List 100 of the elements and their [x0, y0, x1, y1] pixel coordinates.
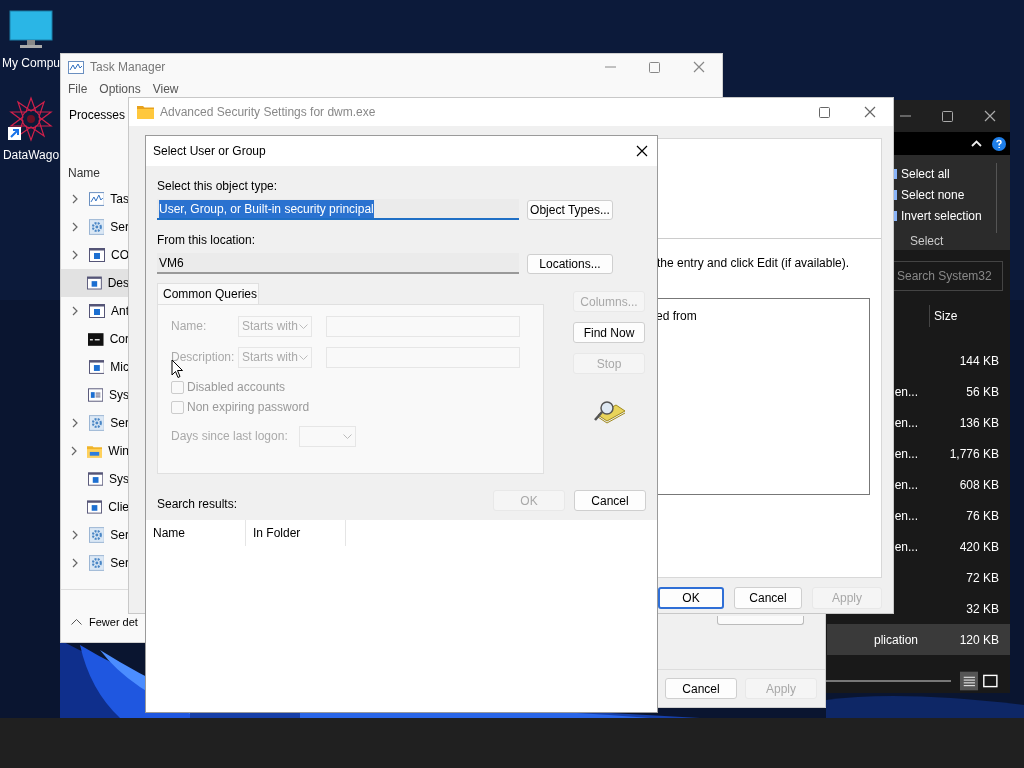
- tab[interactable]: Processes: [69, 106, 126, 124]
- file-size: 76 KB: [966, 507, 999, 525]
- fewer-details-link[interactable]: Fewer det: [89, 613, 138, 631]
- field-value: User, Group, or Built-in security principal: [159, 199, 374, 218]
- file-size: 420 KB: [959, 538, 999, 556]
- process-row[interactable]: Clie: [61, 493, 129, 521]
- desktop-icon-label[interactable]: DataWago: [2, 146, 60, 164]
- process-row[interactable]: Ser: [61, 409, 129, 437]
- dialog-button[interactable]: OK: [658, 587, 724, 609]
- file-row[interactable]: en... 136 KB: [894, 407, 1010, 438]
- menu-item[interactable]: Options: [99, 83, 141, 95]
- chevron-up-icon[interactable]: [71, 619, 82, 625]
- chevron-right-icon[interactable]: [71, 558, 78, 568]
- chart-icon: [88, 192, 105, 206]
- process-row[interactable]: CO: [61, 241, 129, 269]
- file-row[interactable]: en... 1,776 KB: [894, 438, 1010, 469]
- file-row[interactable]: en... 76 KB: [894, 500, 1010, 531]
- process-row[interactable]: Ant: [61, 297, 129, 325]
- window-icon: [89, 248, 105, 262]
- star-shortcut-icon[interactable]: [7, 96, 55, 142]
- tab[interactable]: Common Queries: [157, 283, 259, 304]
- process-row[interactable]: Des: [61, 269, 129, 297]
- dialog-button[interactable]: Object Types...: [527, 199, 613, 220]
- gear-icon: [88, 415, 105, 431]
- close-icon[interactable]: [984, 110, 996, 122]
- ribbon-group-label: Select: [910, 233, 945, 250]
- process-row[interactable]: Sys: [61, 381, 129, 409]
- menu-item[interactable]: View: [152, 83, 179, 95]
- process-row[interactable]: Ser: [61, 549, 129, 577]
- maximize-icon[interactable]: [649, 61, 660, 73]
- process-name: Cor: [109, 331, 129, 348]
- help-icon[interactable]: [992, 136, 1006, 151]
- file-size: 120 KB: [959, 631, 999, 649]
- file-size: 608 KB: [959, 476, 999, 494]
- process-row[interactable]: Cor: [61, 325, 129, 353]
- file-row[interactable]: plication 120 KB: [827, 624, 1010, 655]
- process-name: Ant: [111, 303, 129, 320]
- window-icon: [87, 472, 103, 486]
- process-row[interactable]: Ser: [61, 213, 129, 241]
- chevron-right-icon[interactable]: [72, 250, 78, 260]
- gear-icon: [88, 527, 105, 543]
- file-row[interactable]: 144 KB: [894, 345, 1010, 376]
- search-field[interactable]: Search System32: [893, 261, 1003, 291]
- process-name: Sys: [109, 471, 129, 488]
- process-name: Win: [108, 443, 129, 460]
- process-row[interactable]: Tas: [61, 185, 129, 213]
- file-row[interactable]: en... 608 KB: [894, 469, 1010, 500]
- file-size: 136 KB: [959, 414, 999, 432]
- file-row[interactable]: en... 420 KB: [894, 531, 1010, 562]
- column-header[interactable]: Name: [153, 524, 185, 542]
- dialog-title: Select User or Group: [153, 143, 266, 160]
- chevron-right-icon[interactable]: [72, 306, 78, 316]
- file-row[interactable]: 72 KB: [894, 562, 1010, 593]
- chevron-down-icon: [299, 323, 308, 329]
- checkbox-label: Non expiring password: [187, 399, 310, 416]
- dialog-button[interactable]: Locations...: [527, 253, 613, 274]
- column-header[interactable]: Size: [934, 307, 958, 325]
- chevron-right-icon[interactable]: [71, 446, 78, 456]
- chevron-right-icon[interactable]: [71, 194, 78, 204]
- gear-icon: [88, 555, 105, 571]
- ribbon-button[interactable]: Select none: [894, 184, 994, 205]
- menu-item[interactable]: File: [68, 83, 88, 95]
- file-row[interactable]: 32 KB: [894, 593, 1010, 624]
- process-name: Mic: [110, 359, 129, 376]
- process-row[interactable]: Mic: [61, 353, 129, 381]
- process-name: Tas: [110, 191, 129, 208]
- process-row[interactable]: Win: [61, 437, 129, 465]
- input-field[interactable]: User, Group, or Built-in security principal: [157, 199, 519, 220]
- ribbon-button[interactable]: Select all: [894, 163, 994, 184]
- close-icon[interactable]: [636, 145, 648, 157]
- process-name: Ser: [110, 527, 129, 544]
- file-size: 32 KB: [966, 600, 999, 618]
- window-icon: [87, 500, 103, 514]
- chevron-down-icon: [343, 433, 352, 439]
- window-icon: [89, 304, 105, 318]
- window-icon: [86, 276, 102, 290]
- dialog-button[interactable]: Find Now: [573, 322, 645, 343]
- chevron-right-icon[interactable]: [71, 222, 78, 232]
- caret-up-icon[interactable]: [971, 140, 982, 147]
- file-size: 1,776 KB: [949, 445, 999, 463]
- file-row[interactable]: en... 56 KB: [894, 376, 1010, 407]
- desktop-icon-label[interactable]: My Compu: [2, 54, 60, 72]
- details-view-icon[interactable]: [959, 671, 979, 691]
- file-type: en...: [894, 445, 918, 463]
- chevron-right-icon[interactable]: [71, 418, 78, 428]
- maximize-icon[interactable]: [942, 110, 953, 122]
- chevron-right-icon[interactable]: [71, 530, 78, 540]
- column-header[interactable]: Name: [68, 164, 100, 182]
- search-directory-icon: [592, 399, 626, 425]
- input-field[interactable]: VM6: [157, 253, 519, 274]
- dialog-button[interactable]: Cancel: [665, 678, 737, 699]
- monitor-icon[interactable]: [9, 10, 53, 50]
- dialog-button[interactable]: Cancel: [734, 587, 802, 609]
- dialog-button[interactable]: Cancel: [574, 490, 646, 511]
- process-row[interactable]: Ser: [61, 521, 129, 549]
- column-header[interactable]: In Folder: [253, 524, 301, 542]
- process-row[interactable]: Sys: [61, 465, 129, 493]
- file-type: en...: [894, 476, 918, 494]
- maximize-icon[interactable]: [819, 106, 830, 118]
- ribbon-button[interactable]: Invert selection: [894, 205, 994, 226]
